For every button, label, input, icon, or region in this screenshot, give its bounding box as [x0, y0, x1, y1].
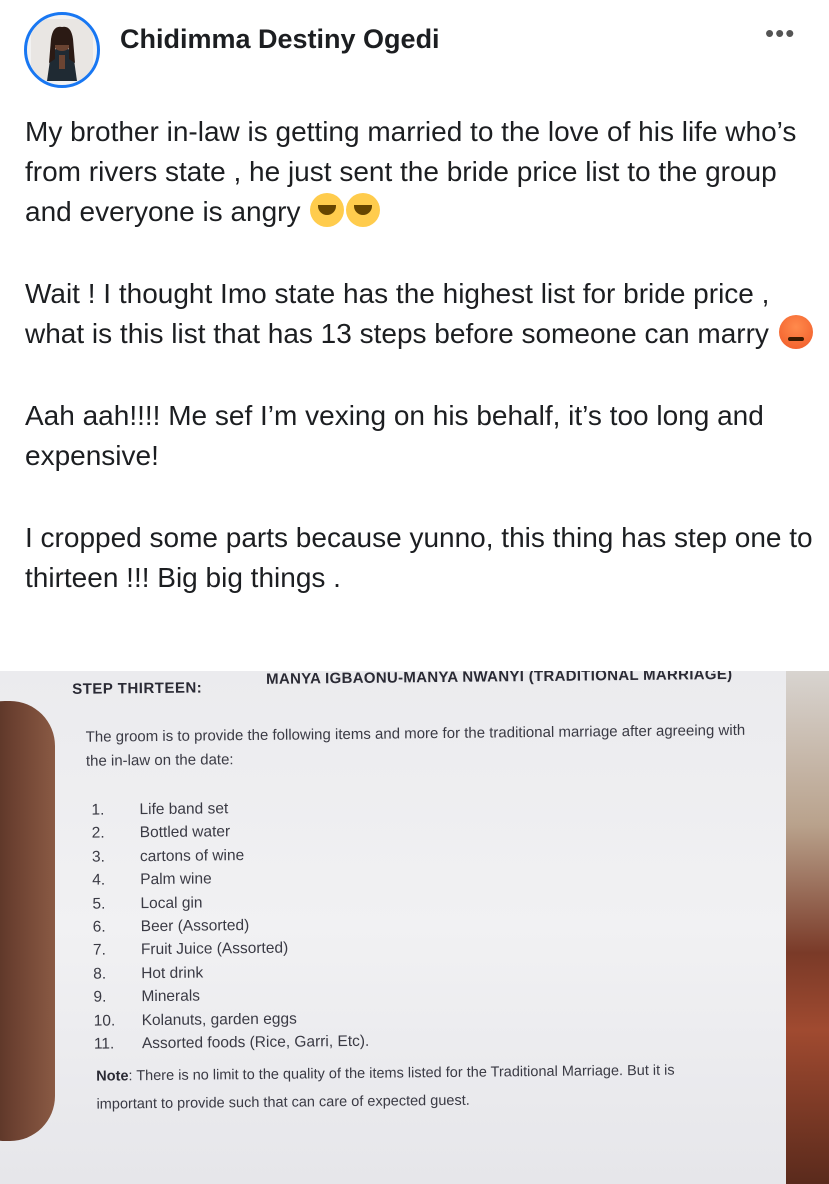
item-number: 11.: [93, 1035, 115, 1053]
item-text: Assorted foods (Rice, Garri, Etc).: [141, 1032, 370, 1053]
item-text: cartons of wine: [139, 846, 245, 865]
face-with-tears-of-joy-icon: [346, 193, 381, 227]
post-image[interactable]: STEP THIRTEEN: MANYA IGBAONU-MANYA NWANY…: [0, 671, 829, 1184]
item-text: Life band set: [139, 800, 229, 819]
item-number: 1.: [91, 801, 105, 819]
post-paragraph-4: I cropped some parts because yunno, this…: [25, 522, 813, 593]
background-fabric: [786, 671, 829, 1184]
face-with-tears-of-joy-icon: [310, 193, 345, 227]
angry-face-icon: [778, 315, 813, 349]
document-intro: The groom is to provide the following it…: [85, 721, 746, 770]
item-text: Beer (Assorted): [140, 916, 250, 936]
item-number: 4.: [92, 871, 106, 889]
post-header: Chidimma Destiny Ogedi •••: [0, 0, 829, 100]
profile-photo: [31, 19, 93, 81]
post-paragraph-1-text: My brother in-law is getting married to …: [25, 116, 797, 227]
author-name[interactable]: Chidimma Destiny Ogedi: [120, 24, 440, 55]
post-paragraph-3: Aah aah!!!! Me sef I’m vexing on his beh…: [25, 400, 764, 471]
item-text: Local gin: [140, 894, 203, 912]
item-number: 10.: [93, 1011, 116, 1030]
item-number: 7.: [92, 941, 106, 960]
item-text: Bottled water: [139, 823, 231, 842]
item-number: 8.: [93, 965, 107, 983]
post-paragraph-1: My brother in-law is getting married to …: [25, 112, 815, 232]
item-number: 2.: [91, 824, 105, 843]
more-options-icon[interactable]: •••: [765, 18, 795, 49]
list-item: 11. Assorted foods (Rice, Garri, Etc).: [94, 1026, 694, 1056]
item-text: Fruit Juice (Assorted): [140, 939, 289, 959]
avatar[interactable]: [24, 12, 100, 88]
step-label: STEP THIRTEEN:: [72, 679, 203, 698]
item-text: Kolanuts, garden eggs: [141, 1010, 297, 1029]
post-paragraph-2: Wait ! I thought Imo state has the highe…: [25, 274, 815, 354]
item-text: Hot drink: [141, 964, 204, 982]
post-text: My brother in-law is getting married to …: [25, 112, 815, 598]
item-text: Palm wine: [140, 870, 212, 889]
note-text: : There is no limit to the quality of th…: [96, 1062, 675, 1113]
document-note: Note: There is no limit to the quality o…: [96, 1056, 717, 1118]
item-number: 6.: [92, 918, 106, 936]
items-list: 1. Life band set 2. Bottled water 3. carton…: [91, 792, 694, 1056]
thumb-holding-paper: [0, 701, 55, 1141]
item-number: 5.: [92, 895, 106, 913]
step-title: MANYA IGBAONU-MANYA NWANYI (TRADITIONAL …: [266, 671, 733, 688]
note-label: Note: [96, 1068, 129, 1085]
post-paragraph-2-text: Wait ! I thought Imo state has the highe…: [25, 278, 770, 349]
item-number: 3.: [91, 848, 105, 866]
bride-price-document: STEP THIRTEEN: MANYA IGBAONU-MANYA NWANY…: [60, 671, 790, 1184]
item-number: 9.: [93, 988, 107, 1006]
item-text: Minerals: [141, 987, 201, 1006]
